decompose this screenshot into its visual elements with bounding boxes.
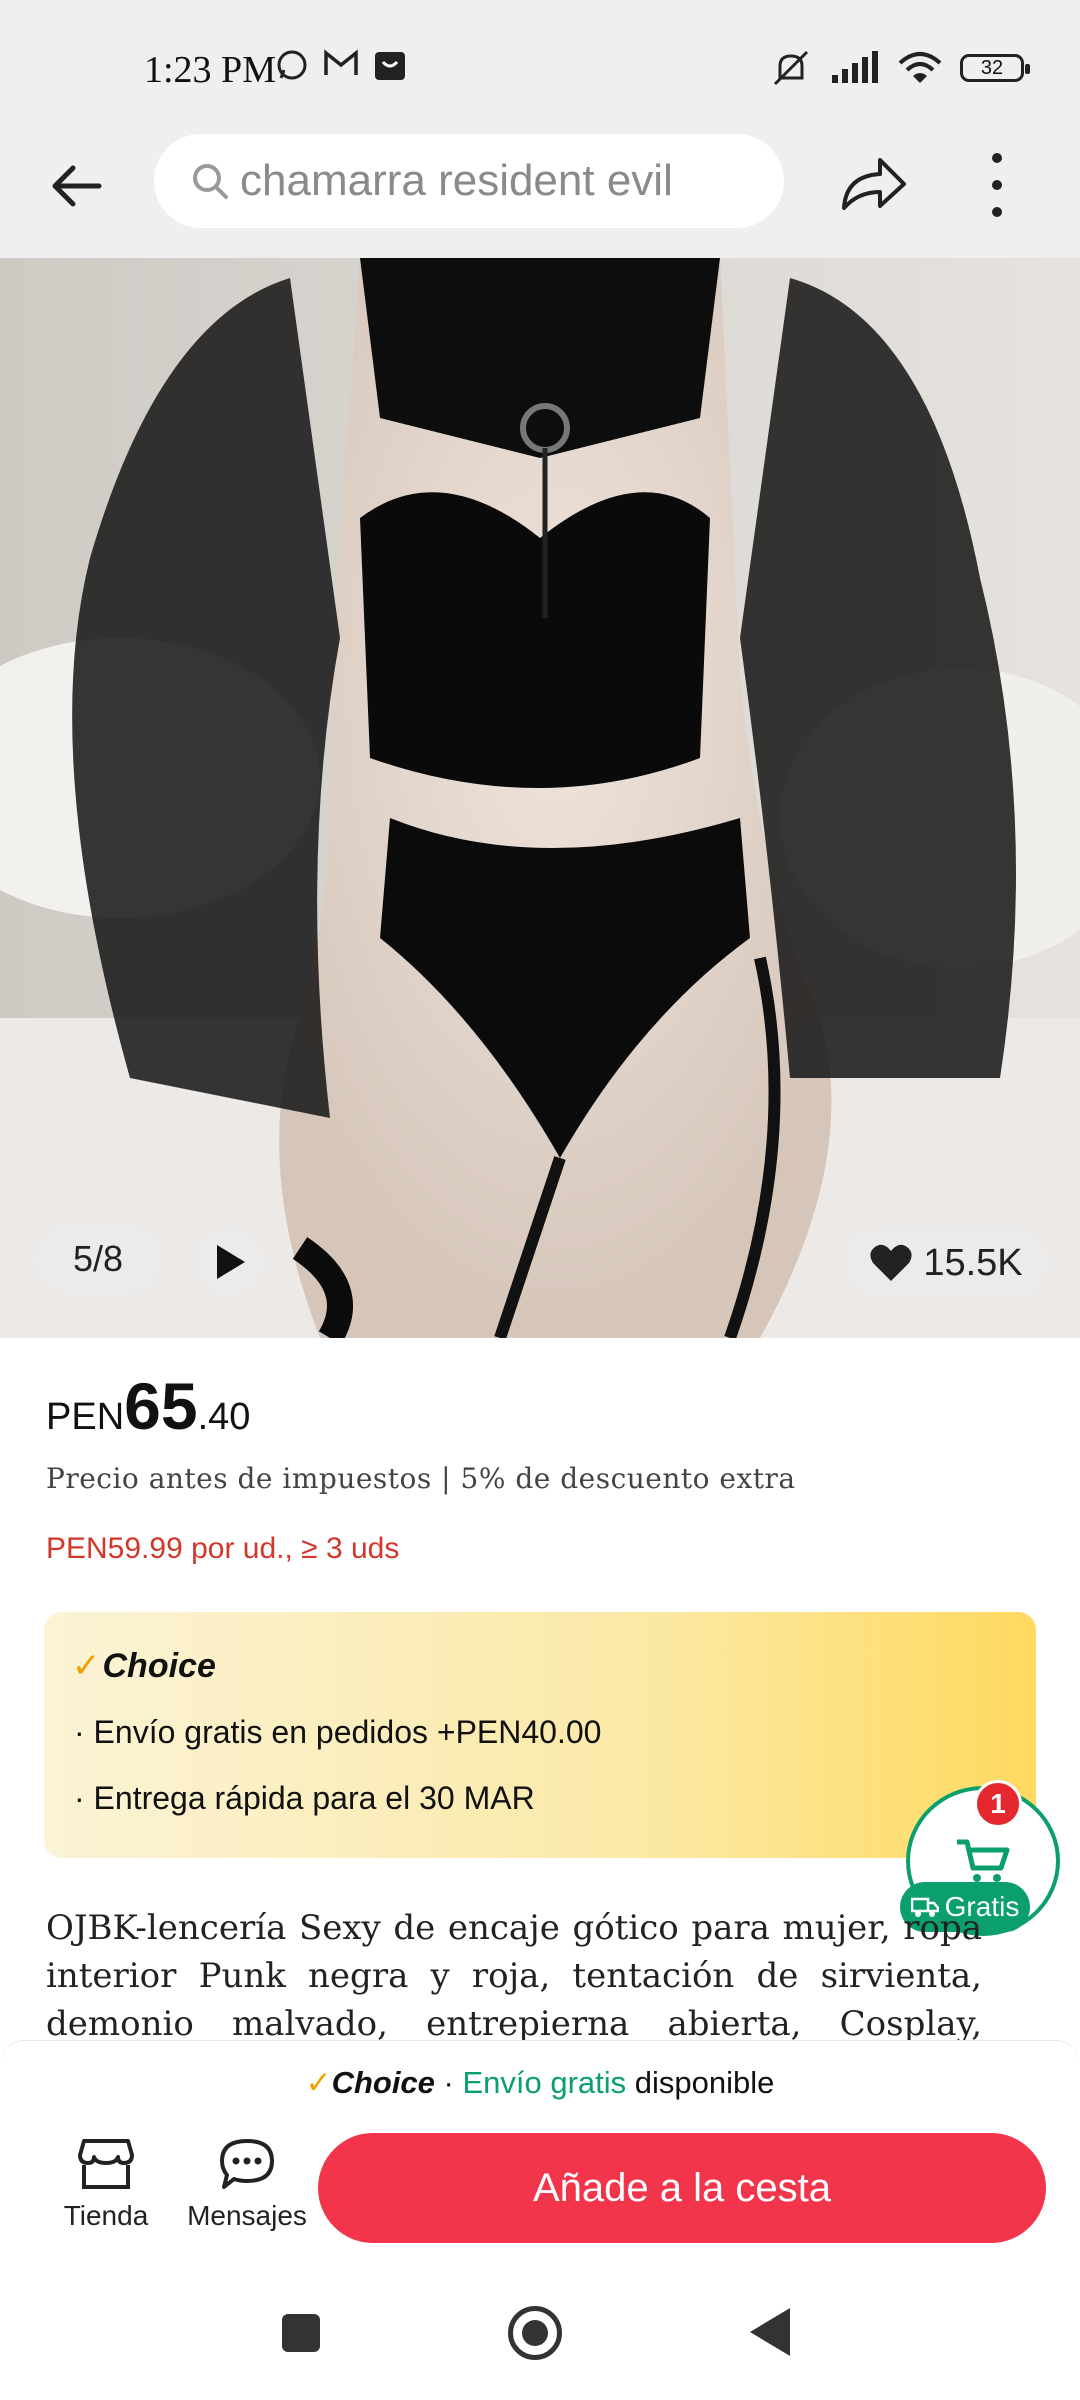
product-title[interactable]: OJBK-lencería Sexy de encaje gótico para…	[46, 1904, 982, 2040]
battery-icon: 32	[960, 54, 1030, 82]
whatsapp-icon	[277, 50, 307, 80]
messages-label: Mensajes	[187, 2200, 307, 2231]
search-query: chamarra resident evil	[240, 156, 673, 205]
image-counter: 5/8	[34, 1224, 162, 1294]
choice-strip-free: Envío gratis	[462, 2065, 627, 2100]
notification-icons	[275, 48, 407, 82]
free-shipping-line: · Envío gratis en pedidos +PEN40.00	[74, 1714, 602, 1750]
chat-icon	[220, 2139, 274, 2189]
system-navigation-bar	[0, 2290, 1080, 2400]
product-image[interactable]	[0, 258, 1080, 1338]
likes-count: 15.5K	[923, 1241, 1023, 1284]
price-currency: PEN	[46, 1396, 125, 1438]
back-arrow-icon[interactable]	[45, 154, 109, 218]
home-dot-icon	[522, 2320, 548, 2346]
choice-logo: ✓Choice	[72, 1646, 216, 1686]
top-app-bar: chamarra resident evil	[0, 118, 1080, 258]
recents-button[interactable]	[282, 2314, 320, 2352]
bulk-price-offer: PEN59.99 por ud., ≥ 3 uds	[46, 1532, 400, 1565]
system-icons: 32	[770, 48, 1030, 88]
play-icon	[217, 1245, 245, 1279]
bottom-action-bar: ✓Choice · Envío gratis disponible Tienda…	[0, 2040, 1080, 2291]
shopping-bag-icon	[375, 52, 405, 80]
search-icon	[193, 164, 228, 199]
gmail-icon	[324, 49, 358, 75]
mute-icon	[773, 50, 809, 86]
wifi-icon	[898, 52, 942, 83]
share-icon[interactable]	[838, 150, 908, 220]
signal-icon	[832, 51, 878, 83]
heart-icon	[870, 1244, 912, 1281]
choice-strip-separator: ·	[434, 2065, 463, 2100]
choice-shipping-strip: ✓Choice · Envío gratis disponible	[0, 2065, 1080, 2101]
fast-delivery-line: · Entrega rápida para el 30 MAR	[74, 1780, 535, 1816]
price-integer: 65	[124, 1369, 198, 1443]
choice-logo-text: Choice	[102, 1647, 216, 1685]
messages-tab[interactable]: Mensajes	[182, 2137, 312, 2232]
play-video-button[interactable]	[196, 1228, 264, 1296]
price-decimal: .40	[197, 1396, 251, 1438]
choice-check-icon: ✓	[305, 2065, 332, 2100]
product-price: PEN 65 .40	[46, 1368, 250, 1444]
store-label: Tienda	[63, 2200, 149, 2231]
cart-count-badge: 1	[974, 1780, 1022, 1828]
status-time: 1:23 PM	[144, 49, 276, 91]
choice-benefits-card[interactable]: ✓Choice · Envío gratis en pedidos +PEN40…	[44, 1612, 1036, 1858]
search-bar[interactable]: chamarra resident evil	[154, 134, 784, 228]
tax-note: Precio antes de impuestos | 5% de descue…	[46, 1462, 796, 1495]
choice-strip-available: disponible	[626, 2065, 775, 2100]
wishlist-button[interactable]: 15.5K	[844, 1228, 1048, 1298]
choice-check-icon: ✓	[72, 1647, 101, 1685]
choice-strip-logo: Choice	[331, 2065, 435, 2100]
add-to-cart-button[interactable]: Añade a la cesta	[318, 2133, 1046, 2243]
system-back-button[interactable]	[750, 2308, 790, 2356]
product-photo	[0, 258, 1080, 1338]
cart-icon	[957, 1839, 1010, 1882]
more-options-icon[interactable]	[982, 148, 1012, 222]
store-icon	[78, 2139, 134, 2189]
store-tab[interactable]: Tienda	[46, 2137, 166, 2232]
home-button[interactable]	[508, 2306, 562, 2360]
